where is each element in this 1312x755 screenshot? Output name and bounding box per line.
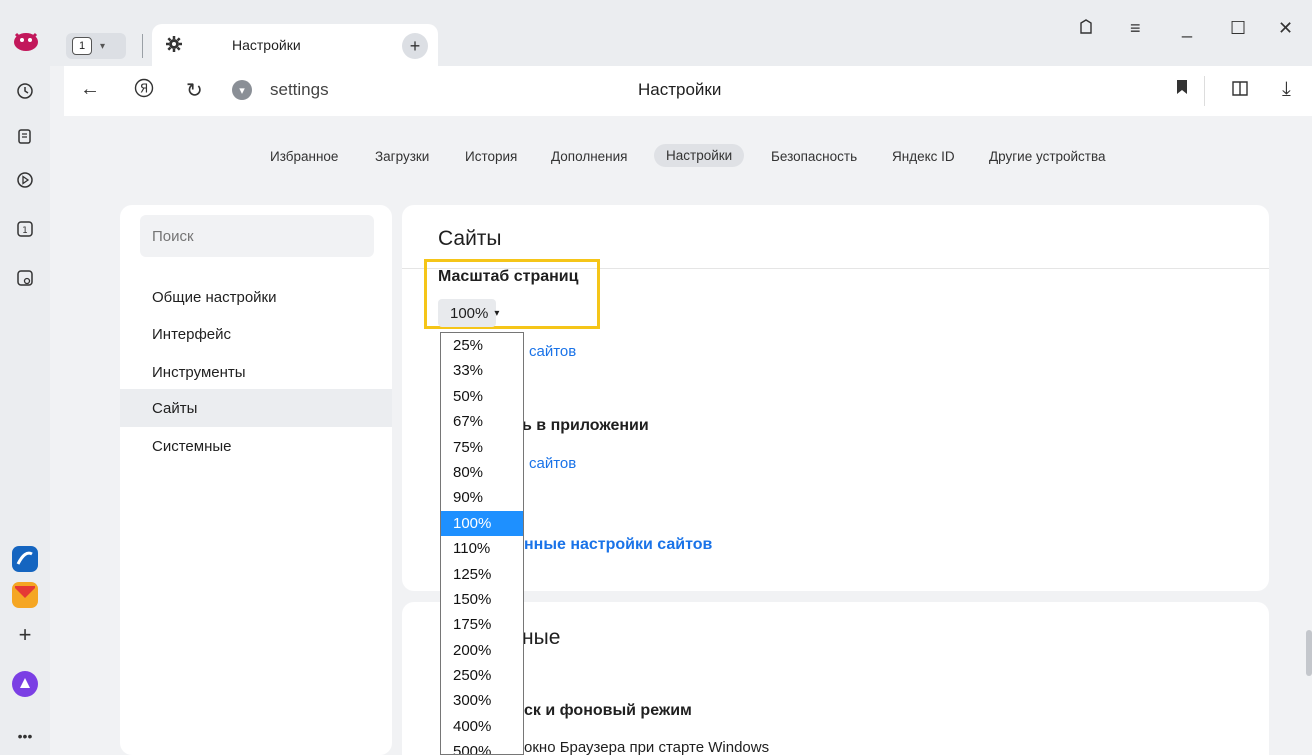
zoom-option-300[interactable]: 300% <box>441 688 523 713</box>
reader-mode-icon[interactable] <box>1230 78 1250 104</box>
zoom-option-150[interactable]: 150% <box>441 587 523 612</box>
chevron-down-icon: ▾ <box>100 40 106 52</box>
zoom-option-33[interactable]: 33% <box>441 358 523 383</box>
autostart-label: ск и фоновый режим <box>524 702 692 719</box>
tab-extensions[interactable]: Дополнения <box>551 149 627 164</box>
zoom-option-25[interactable]: 25% <box>441 333 523 358</box>
reload-icon[interactable]: ↻ <box>186 78 203 103</box>
page-title-center: Настройки <box>638 80 722 99</box>
address-bar: ← Я ↻ ▾ settings Настройки ⤓ <box>64 66 1312 116</box>
browser-logo-icon[interactable] <box>12 26 40 54</box>
addr-divider <box>1204 76 1205 106</box>
collections-icon[interactable] <box>9 120 41 152</box>
sidebar: 1 + ••• <box>0 0 50 755</box>
tab-settings[interactable]: Настройки × <box>152 24 438 66</box>
download-icon[interactable]: ⤓ <box>1282 78 1291 101</box>
gear-icon <box>166 36 182 57</box>
svg-text:1: 1 <box>22 226 28 236</box>
section-title-system: ные <box>522 626 561 649</box>
zoom-option-200[interactable]: 200% <box>441 638 523 663</box>
sites-link-2[interactable]: сайтов <box>529 455 576 472</box>
tab-count: 1 <box>72 37 92 55</box>
add-app-icon[interactable]: + <box>9 619 41 651</box>
settings-top-nav: Избранное Загрузки История Дополнения На… <box>64 144 1312 176</box>
system-card: ные ск и фоновый режим окно Браузера при… <box>402 602 1269 755</box>
zoom-option-67[interactable]: 67% <box>441 409 523 434</box>
chevron-down-icon: ▾ <box>494 307 500 319</box>
tab-history[interactable]: История <box>465 149 517 164</box>
tab-favorites[interactable]: Избранное <box>270 149 338 164</box>
zoom-select[interactable]: 100% ▾ <box>438 299 500 327</box>
zoom-option-75[interactable]: 75% <box>441 435 523 460</box>
tabs-panel-icon[interactable] <box>1078 18 1094 41</box>
back-arrow-icon[interactable]: ← <box>80 78 100 101</box>
zoom-value: 100% <box>450 304 489 322</box>
minimize-icon[interactable]: _ <box>1182 18 1192 39</box>
tab-other-devices[interactable]: Другие устройства <box>989 149 1106 164</box>
tab-settings-nav[interactable]: Настройки <box>654 144 745 167</box>
history-icon[interactable] <box>9 75 41 107</box>
zoom-dropdown-list: 25% 33% 50% 67% 75% 80% 90% 100% 110% 12… <box>440 332 524 755</box>
screenshot-icon[interactable] <box>9 262 41 294</box>
settings-sidebar: Общие настройки Интерфейс Инструменты Са… <box>120 205 392 755</box>
bookmark-icon[interactable] <box>1176 78 1188 101</box>
section-title: Сайты <box>438 227 502 250</box>
zoom-option-50[interactable]: 50% <box>441 384 523 409</box>
settings-page: Избранное Загрузки История Дополнения На… <box>64 116 1312 755</box>
zoom-option-80[interactable]: 80% <box>441 460 523 485</box>
maximize-icon[interactable]: ☐ <box>1230 18 1246 39</box>
autostart-option: окно Браузера при старте Windows <box>524 739 770 755</box>
mail-app-icon[interactable] <box>9 579 41 611</box>
tab-security[interactable]: Безопасность <box>771 149 857 164</box>
sidebar-item-system[interactable]: Системные <box>120 427 392 465</box>
tab-title: Настройки <box>232 37 301 53</box>
sidebar-item-interface[interactable]: Интерфейс <box>120 315 392 353</box>
sites-card: Сайты Масштаб страниц 100% ▾ сайтов ь в … <box>402 205 1269 591</box>
zoom-option-100[interactable]: 100% <box>441 510 523 537</box>
zoom-option-125[interactable]: 125% <box>441 562 523 587</box>
sidebar-item-general[interactable]: Общие настройки <box>120 278 392 316</box>
tab-divider <box>142 34 143 58</box>
tab-yandex-id[interactable]: Яндекс ID <box>892 149 955 164</box>
messenger-app-icon[interactable] <box>9 543 41 575</box>
svg-text:Я: Я <box>140 82 148 96</box>
tabs-count-icon[interactable]: 1 <box>9 213 41 245</box>
zoom-option-500[interactable]: 500% <box>441 739 523 754</box>
tab-counter[interactable]: 1 ▾ <box>66 33 126 59</box>
more-icon[interactable]: ••• <box>9 720 41 752</box>
menu-icon[interactable]: ≡ <box>1130 18 1141 39</box>
site-info-icon[interactable]: ▾ <box>232 80 252 100</box>
tab-downloads[interactable]: Загрузки <box>375 149 429 164</box>
play-icon[interactable] <box>9 164 41 196</box>
new-tab-button[interactable]: + <box>402 33 428 59</box>
search-input[interactable] <box>140 215 374 257</box>
zoom-option-90[interactable]: 90% <box>441 485 523 510</box>
scrollbar[interactable] <box>1306 630 1312 676</box>
zoom-option-175[interactable]: 175% <box>441 612 523 637</box>
zoom-option-110[interactable]: 110% <box>441 536 523 561</box>
sidebar-item-tools[interactable]: Инструменты <box>120 353 392 391</box>
url-text[interactable]: settings <box>270 80 329 100</box>
zoom-option-250[interactable]: 250% <box>441 663 523 688</box>
sites-link-1[interactable]: сайтов <box>529 343 576 360</box>
zoom-label: Масштаб страниц <box>438 268 579 285</box>
open-in-app-label: ь в приложении <box>522 417 649 434</box>
tab-bar: 1 ▾ Настройки × + ≡ _ ☐ ✕ <box>50 0 1312 66</box>
alice-assistant-icon[interactable] <box>9 668 41 700</box>
sidebar-item-sites[interactable]: Сайты <box>120 389 392 427</box>
yandex-icon[interactable]: Я <box>134 78 154 104</box>
window-close-icon[interactable]: ✕ <box>1278 18 1293 39</box>
advanced-sites-link[interactable]: нные настройки сайтов <box>524 536 712 554</box>
zoom-option-400[interactable]: 400% <box>441 714 523 739</box>
